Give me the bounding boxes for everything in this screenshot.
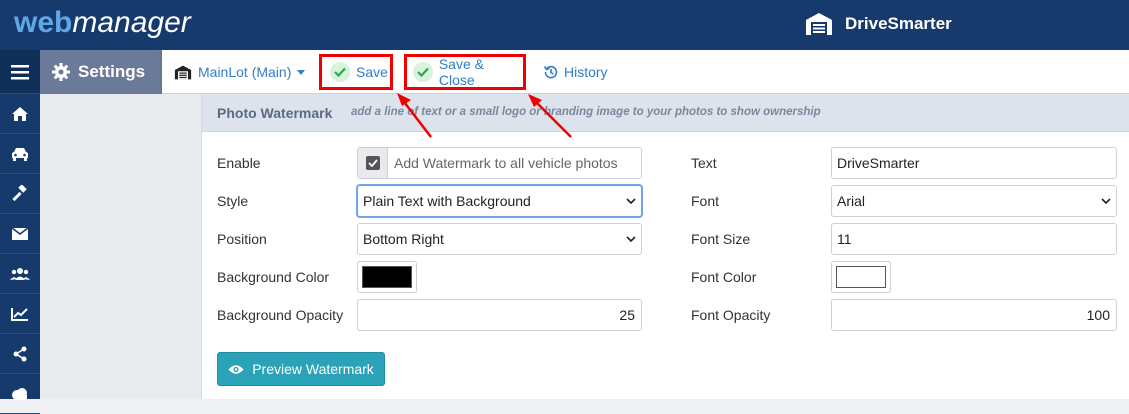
save-button[interactable]: Save [319,54,393,90]
background-color-label: Background Color [217,269,330,285]
logo-web-text: web [14,6,73,39]
style-label: Style [217,193,249,209]
home-icon[interactable] [0,94,40,134]
enable-checkbox[interactable] [365,156,380,170]
preview-watermark-button[interactable]: Preview Watermark [217,352,385,386]
font-opacity-value: 100 [1086,307,1110,323]
font-opacity-input[interactable]: 100 [831,299,1117,331]
chevron-down-icon [626,198,636,204]
menu-icon[interactable] [0,50,40,94]
style-value: Plain Text with Background [363,193,531,209]
font-color-picker[interactable] [831,261,891,293]
font-value: Arial [837,193,866,209]
share-icon[interactable] [0,334,40,374]
font-size-label: Font Size [691,231,751,247]
save-label: Save [356,64,388,80]
history-label: History [564,64,608,80]
font-select[interactable]: Arial [831,185,1117,217]
background-opacity-label: Background Opacity [217,307,344,323]
section-header: Photo Watermark add a line of text or a … [202,94,1129,132]
logo-manager-text: manager [72,6,191,39]
left-panel [40,94,202,399]
app-logo[interactable]: webmanager [14,6,191,40]
envelope-icon[interactable] [0,214,40,254]
history-icon [544,65,558,79]
text-value: DriveSmarter [837,155,920,171]
enable-checkbox-text: Add Watermark to all vehicle photos [394,155,618,171]
enable-label: Enable [217,155,261,171]
watermark-panel: Photo Watermark add a line of text or a … [202,94,1129,399]
garage-icon [806,13,832,35]
save-and-close-button[interactable]: Save & Close [404,54,526,90]
position-label: Position [217,231,267,247]
style-select[interactable]: Plain Text with Background [357,185,642,217]
gear-icon [52,63,70,81]
eye-icon [228,364,244,374]
position-value: Bottom Right [363,231,444,247]
font-color-label: Font Color [691,269,757,285]
font-color-swatch [836,266,886,288]
font-opacity-label: Font Opacity [691,307,771,323]
toolbar: MainLot (Main) Save Save & Close History [162,50,1129,94]
users-icon[interactable] [0,254,40,294]
section-title: Photo Watermark [217,105,333,121]
background-opacity-value: 25 [619,307,635,323]
car-icon[interactable] [0,134,40,174]
background-opacity-input[interactable]: 25 [357,299,642,331]
dealer-name: DriveSmarter [845,14,952,33]
section-description: add a line of text or a small logo or br… [351,106,821,118]
enable-field: Add Watermark to all vehicle photos [357,147,642,179]
settings-label: Settings [78,62,146,81]
garage-icon [174,65,192,79]
history-link[interactable]: History [544,50,608,94]
enable-checkbox-box[interactable] [358,148,388,178]
dealer-switcher[interactable]: DriveSmarter [805,12,952,36]
gavel-icon[interactable] [0,174,40,214]
side-nav [0,50,40,414]
preview-watermark-label: Preview Watermark [252,361,374,377]
font-size-value: 11 [837,231,852,247]
position-select[interactable]: Bottom Right [357,223,642,255]
check-icon [413,62,433,82]
font-size-input[interactable]: 11 [831,223,1117,255]
text-input[interactable]: DriveSmarter [831,147,1117,179]
font-label: Font [691,193,720,209]
chart-icon[interactable] [0,294,40,334]
settings-tab[interactable]: Settings [40,50,162,94]
caret-down-icon [297,69,306,75]
chevron-down-icon [1101,198,1111,204]
background-color-swatch [362,266,412,288]
top-bar: webmanager DriveSmarter [0,0,1129,50]
lot-selector[interactable]: MainLot (Main) [174,50,306,94]
lot-label: MainLot (Main) [198,64,292,80]
chevron-down-icon [626,236,636,242]
check-icon [330,62,350,82]
background-color-picker[interactable] [357,261,417,293]
save-and-close-label: Save & Close [438,56,484,88]
text-label: Text [691,155,717,171]
cloud-icon[interactable] [0,374,40,414]
